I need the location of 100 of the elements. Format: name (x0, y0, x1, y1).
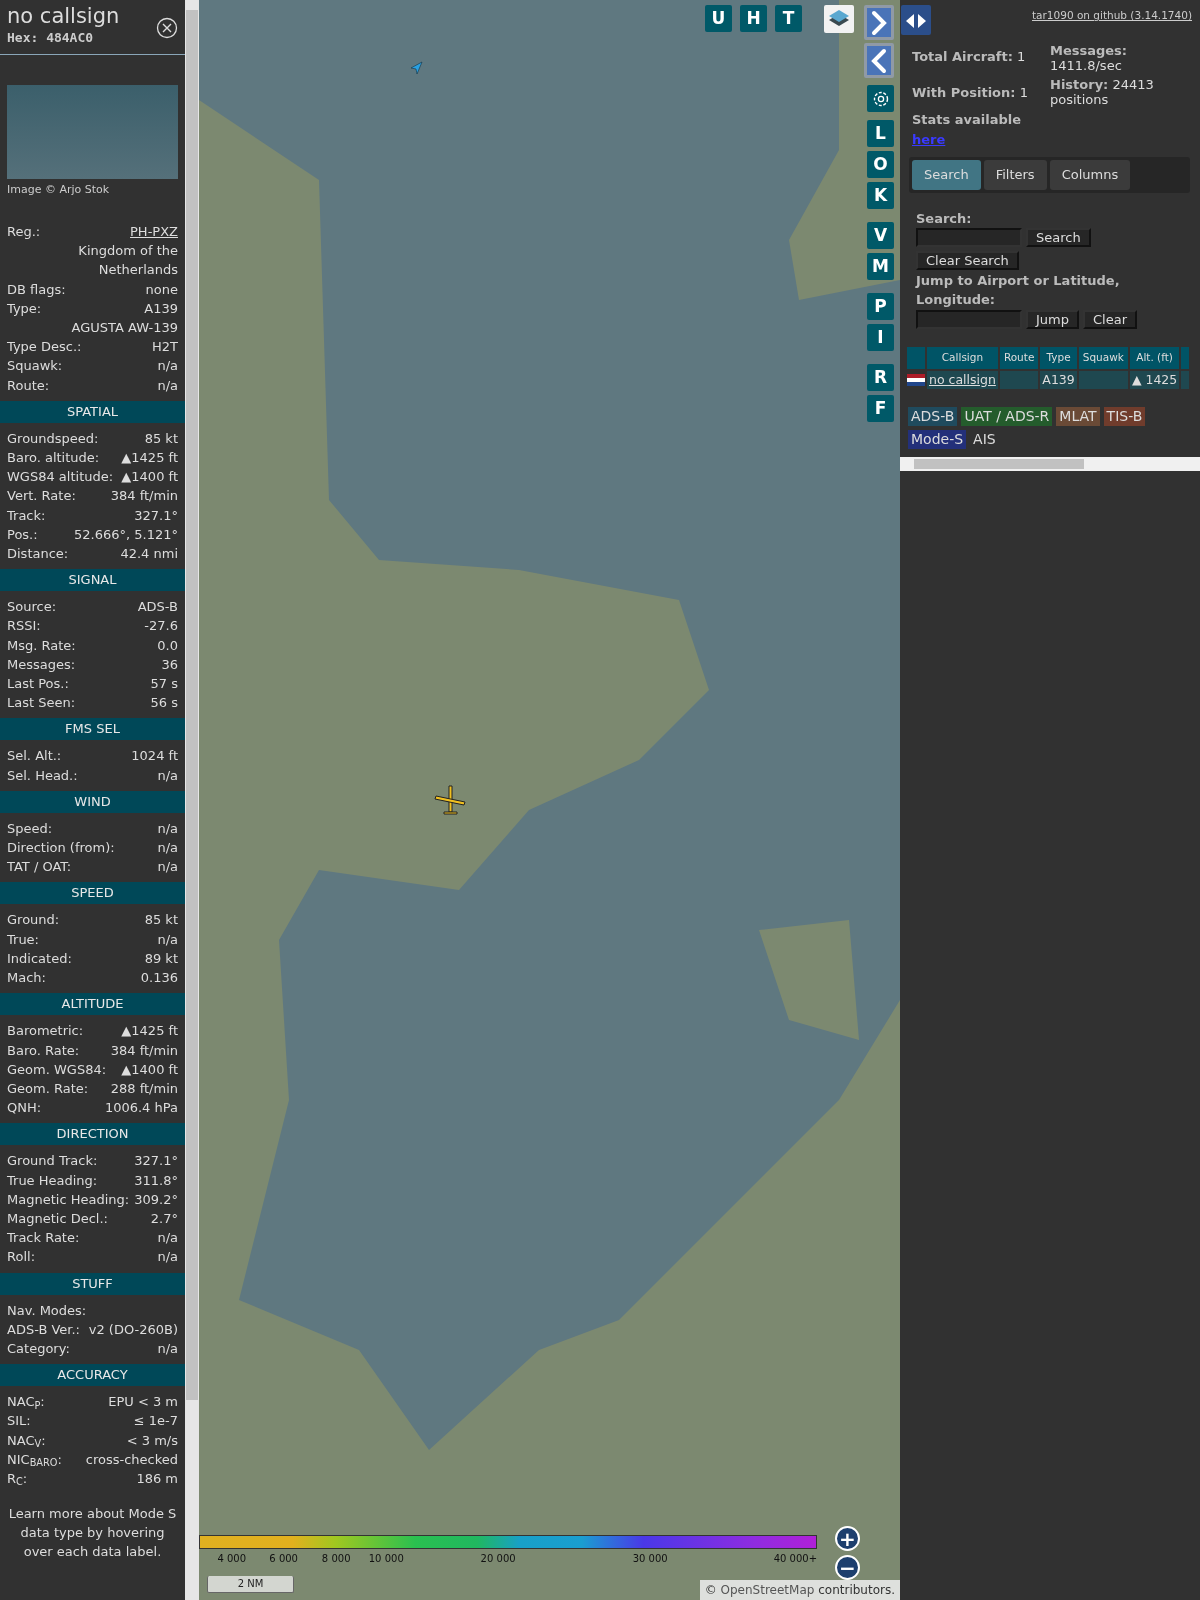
source-tag: TIS-B (1103, 407, 1146, 427)
field-label: ADS-B Ver.: (7, 1320, 80, 1339)
field-label: SIL: (7, 1412, 31, 1431)
clear-search-button[interactable]: Clear Search (916, 251, 1019, 270)
scrollbar[interactable] (185, 0, 199, 1600)
map-toggle-button[interactable]: M (867, 253, 894, 280)
field-label: NAC$_{V}$: (7, 1431, 46, 1450)
map-toggle-button[interactable]: U (705, 5, 732, 32)
legend-label: 6 000 (269, 1552, 298, 1566)
hex-code: Hex: 484AC0 (7, 29, 95, 47)
flag-icon (907, 374, 925, 386)
field-value: 89 kt (144, 949, 178, 968)
field-label: Vert. Rate: (7, 487, 76, 506)
field-label: RSSI: (7, 617, 41, 636)
table-cell (1078, 370, 1128, 390)
field-value: < 3 m/s (126, 1431, 178, 1450)
field-label: NAC$_{P}$: (7, 1393, 45, 1412)
field-label: Distance: (7, 545, 69, 564)
map-toggle-button[interactable]: F (867, 395, 894, 422)
field-label: Nav. Modes: (7, 1301, 87, 1320)
section-header: WIND (0, 790, 185, 813)
map-toggle-button[interactable]: H (740, 5, 767, 32)
stat-value: 1 (1017, 49, 1026, 64)
field-label: Search: (916, 209, 973, 228)
legend-label: 4 000 (217, 1552, 247, 1566)
collapse-button[interactable] (864, 43, 894, 78)
section-header: SPEED (0, 882, 185, 905)
map-toggle-button[interactable]: I (867, 324, 894, 351)
map-background[interactable]: U H T L O K V M P I R F 4 000 6 000 8 000 10 000 20 000 30 000 40 000+ 2 NM + − © OpenStreetMap contributors. (199, 0, 900, 1600)
field-label: Category: (7, 1339, 70, 1358)
column-header: Squawk (1078, 346, 1128, 369)
map-toggle-button[interactable]: R (867, 364, 894, 391)
field-label: Messages: (7, 655, 76, 674)
field-value: AGUSTA AW-139 (71, 319, 178, 337)
section-header: SPATIAL (0, 400, 185, 423)
field-value: 1024 ft (131, 747, 178, 766)
tab[interactable]: Search (912, 160, 981, 190)
field-value: 288 ft/min (110, 1079, 178, 1098)
stat-label: Total Aircraft: (912, 49, 1013, 64)
horizontal-scrollbar[interactable] (900, 457, 1200, 472)
field-value: n/a (157, 839, 178, 858)
field-value: n/a (157, 1248, 178, 1267)
field-label: True: (7, 930, 39, 949)
help-note: Learn more about Mode S data type by hovering over each data label. (7, 1505, 178, 1562)
search-button[interactable]: Search (1026, 228, 1091, 247)
aircraft-icon (408, 60, 424, 76)
legend-label: 10 000 (368, 1552, 404, 1566)
field-label: Sel. Alt.: (7, 747, 62, 766)
field-value: 36 (161, 655, 178, 674)
field-value: n/a (157, 376, 178, 395)
field-label: Indicated: (7, 949, 72, 968)
field-value: n/a (157, 819, 178, 838)
field-value: ▲1425 ft (121, 449, 178, 468)
source-tag: MLAT (1056, 407, 1100, 427)
source-tag: ADS-B (908, 407, 958, 427)
field-label: Geom. Rate: (7, 1079, 89, 1098)
map-toggle-button[interactable]: K (867, 182, 894, 209)
section-header: SIGNAL (0, 569, 185, 592)
map-toggle-button[interactable]: V (867, 222, 894, 249)
attribution-text: © OpenStreetMap contributors. (699, 1580, 900, 1600)
layers-button[interactable] (824, 5, 854, 33)
map-toggle-button[interactable]: L (867, 120, 894, 147)
field-value: -27.6 (144, 617, 178, 636)
clear-button[interactable]: Clear (1083, 309, 1137, 329)
aircraft-title: no callsign (7, 4, 120, 28)
field-label: Barometric: (7, 1022, 84, 1041)
table-cell: ▲ 1425 (1129, 370, 1180, 390)
field-label: WGS84 altitude: (7, 468, 114, 487)
field-value: 42.4 nmi (120, 545, 178, 564)
field-value: ▲1400 ft (121, 1060, 178, 1079)
jump-field[interactable] (916, 309, 1022, 329)
field-value: 57 s (150, 675, 178, 694)
search-field[interactable] (916, 228, 1022, 247)
expand-button[interactable] (864, 5, 894, 40)
map-toggle-button[interactable]: T (775, 5, 802, 32)
field-label: Reg.: (7, 223, 41, 241)
map-toggle-button[interactable]: P (867, 293, 894, 320)
field-value: A139 (144, 299, 178, 318)
field-value: n/a (157, 766, 178, 785)
toggle-sidebar-button[interactable] (901, 5, 931, 35)
tab[interactable]: Filters (983, 160, 1047, 190)
field-value: 52.666°, 5.121° (74, 525, 178, 544)
field-label: Speed: (7, 819, 53, 838)
aircraft-icon (432, 782, 468, 818)
github-link[interactable]: tar1090 on github (3.14.1740) (1032, 8, 1192, 24)
settings-button[interactable] (867, 85, 894, 112)
section-header: ACCURACY (0, 1364, 185, 1387)
close-icon (156, 17, 178, 40)
registration-link[interactable]: PH-PXZ (130, 222, 178, 242)
attribution-link[interactable]: OpenStreetMap (720, 1583, 815, 1597)
map-toggle-button[interactable]: O (867, 151, 894, 178)
field-value: 327.1° (134, 506, 178, 525)
tab[interactable]: Columns (1049, 160, 1131, 190)
jump-button[interactable]: Jump (1026, 309, 1079, 329)
field-value: 56 s (150, 694, 178, 713)
field-label: Route: (7, 376, 50, 395)
field-label: NIC$_{BARO}$: (7, 1450, 62, 1469)
field-value: 85 kt (144, 911, 178, 930)
field-label: Ground Track: (7, 1152, 98, 1171)
legend-label: 30 000 (632, 1552, 668, 1566)
